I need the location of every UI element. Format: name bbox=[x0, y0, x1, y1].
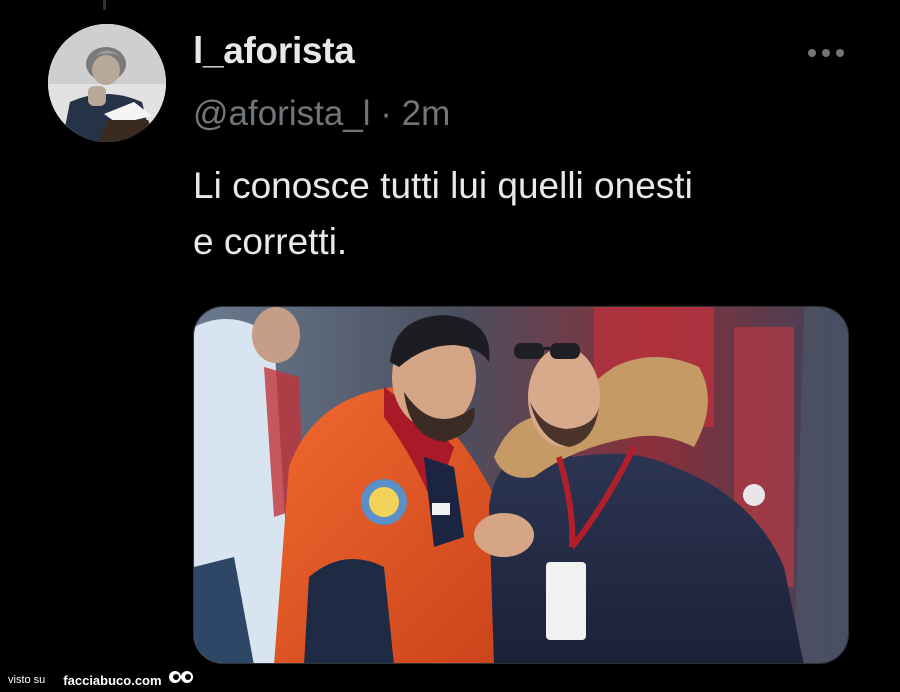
author-display-name[interactable]: l_aforista bbox=[193, 30, 355, 72]
meta-separator: · bbox=[380, 94, 392, 133]
watermark-prefix: visto su bbox=[8, 674, 46, 686]
tweet-text: Li conosce tutti lui quelli onesti e cor… bbox=[193, 165, 693, 262]
watermark: visto su facciabuco.com bbox=[8, 670, 194, 691]
author-handle[interactable]: @aforista_l bbox=[193, 94, 371, 133]
tweet-timestamp[interactable]: 2m bbox=[402, 94, 451, 133]
eyes-icon bbox=[168, 670, 194, 691]
tweet-photo[interactable] bbox=[193, 306, 849, 664]
author-avatar[interactable] bbox=[48, 24, 166, 142]
more-horizontal-icon[interactable] bbox=[802, 40, 850, 66]
tweet-meta: @aforista_l · 2m bbox=[193, 94, 450, 134]
thread-connector-line bbox=[103, 0, 106, 10]
watermark-site: facciabuco.com bbox=[63, 672, 162, 688]
